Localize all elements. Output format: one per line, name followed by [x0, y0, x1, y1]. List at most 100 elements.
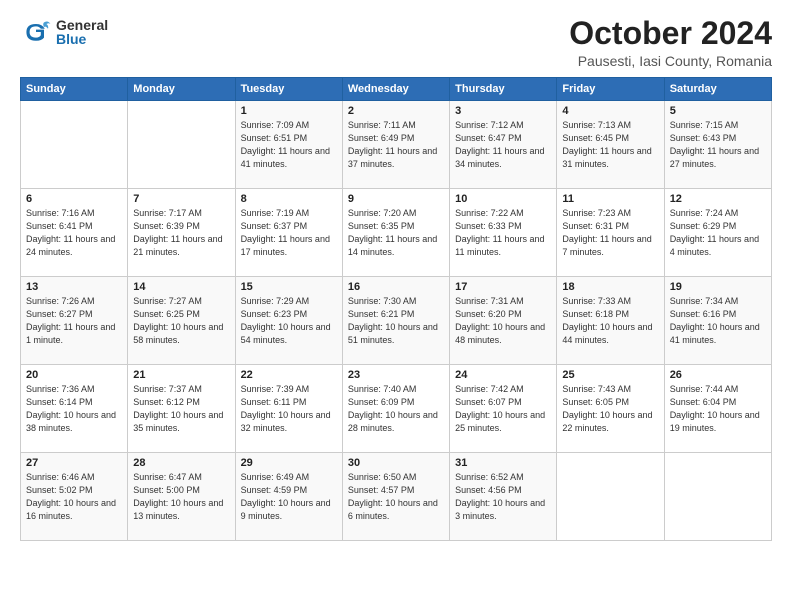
day-number: 25	[562, 369, 658, 381]
day-number: 8	[241, 193, 337, 205]
day-cell: 4Sunrise: 7:13 AM Sunset: 6:45 PM Daylig…	[557, 101, 664, 189]
day-number: 22	[241, 369, 337, 381]
day-cell: 13 Sunrise: 7:26 AM Sunset: 6:27 PM Dayli…	[21, 277, 128, 365]
day-info: Sunrise: 7:27 AM Sunset: 6:25 PM Dayligh…	[133, 295, 229, 347]
day-cell	[21, 101, 128, 189]
day-info: Sunrise: 7:34 AM Sunset: 6:16 PM Dayligh…	[670, 295, 766, 347]
weekday-tuesday: Tuesday	[235, 78, 342, 101]
day-info: Sunrise: 7:37 AM Sunset: 6:12 PM Dayligh…	[133, 383, 229, 435]
day-cell: 8Sunrise: 7:19 AM Sunset: 6:37 PM Daylig…	[235, 189, 342, 277]
day-info: Sunrise: 7:17 AM Sunset: 6:39 PM Dayligh…	[133, 207, 229, 259]
day-cell: 29Sunrise: 6:49 AM Sunset: 4:59 PM Dayli…	[235, 453, 342, 541]
day-info: Sunrise: 7:36 AM Sunset: 6:14 PM Dayligh…	[26, 383, 122, 435]
day-info: Sunrise: 6:52 AM Sunset: 4:56 PM Dayligh…	[455, 471, 551, 523]
day-cell: 20 Sunrise: 7:36 AM Sunset: 6:14 PM Dayli…	[21, 365, 128, 453]
day-cell: 23Sunrise: 7:40 AM Sunset: 6:09 PM Dayli…	[342, 365, 449, 453]
title-block: October 2024 Pausesti, Iasi County, Roma…	[569, 16, 772, 69]
day-number: 27	[26, 457, 122, 469]
day-cell: 5 Sunrise: 7:15 AM Sunset: 6:43 PM Daylig…	[664, 101, 771, 189]
logo-icon	[20, 16, 52, 48]
day-cell: 6Sunrise: 7:16 AM Sunset: 6:41 PM Daylig…	[21, 189, 128, 277]
day-number: 1	[241, 105, 337, 117]
day-info: Sunrise: 7:20 AM Sunset: 6:35 PM Dayligh…	[348, 207, 444, 259]
week-row-3: 20 Sunrise: 7:36 AM Sunset: 6:14 PM Dayli…	[21, 365, 772, 453]
day-cell: 28Sunrise: 6:47 AM Sunset: 5:00 PM Dayli…	[128, 453, 235, 541]
weekday-sunday: Sunday	[21, 78, 128, 101]
day-cell: 24Sunrise: 7:42 AM Sunset: 6:07 PM Dayli…	[450, 365, 557, 453]
day-info: Sunrise: 7:44 AM Sunset: 6:04 PM Dayligh…	[670, 383, 766, 435]
day-info: Sunrise: 7:31 AM Sunset: 6:20 PM Dayligh…	[455, 295, 551, 347]
month-title: October 2024	[569, 16, 772, 51]
day-number: 7	[133, 193, 229, 205]
header: General Blue October 2024 Pausesti, Iasi…	[20, 16, 772, 69]
day-cell: 2Sunrise: 7:11 AM Sunset: 6:49 PM Daylig…	[342, 101, 449, 189]
day-cell: 16 Sunrise: 7:30 AM Sunset: 6:21 PM Dayli…	[342, 277, 449, 365]
page: General Blue October 2024 Pausesti, Iasi…	[0, 0, 792, 612]
week-row-2: 13 Sunrise: 7:26 AM Sunset: 6:27 PM Dayli…	[21, 277, 772, 365]
day-number: 16	[348, 281, 444, 293]
weekday-thursday: Thursday	[450, 78, 557, 101]
day-number: 26	[670, 369, 766, 381]
day-number: 28	[133, 457, 229, 469]
day-cell: 27 Sunrise: 6:46 AM Sunset: 5:02 PM Dayli…	[21, 453, 128, 541]
weekday-header-row: SundayMondayTuesdayWednesdayThursdayFrid…	[21, 78, 772, 101]
day-number: 30	[348, 457, 444, 469]
day-info: Sunrise: 7:26 AM Sunset: 6:27 PM Dayligh…	[26, 295, 122, 347]
day-info: Sunrise: 7:42 AM Sunset: 6:07 PM Dayligh…	[455, 383, 551, 435]
day-number: 21	[133, 369, 229, 381]
day-info: Sunrise: 7:43 AM Sunset: 6:05 PM Dayligh…	[562, 383, 658, 435]
day-info: Sunrise: 7:30 AM Sunset: 6:21 PM Dayligh…	[348, 295, 444, 347]
week-row-4: 27 Sunrise: 6:46 AM Sunset: 5:02 PM Dayli…	[21, 453, 772, 541]
day-number: 3	[455, 105, 551, 117]
day-cell: 15 Sunrise: 7:29 AM Sunset: 6:23 PM Dayli…	[235, 277, 342, 365]
day-info: Sunrise: 7:23 AM Sunset: 6:31 PM Dayligh…	[562, 207, 658, 259]
day-info: Sunrise: 7:22 AM Sunset: 6:33 PM Dayligh…	[455, 207, 551, 259]
day-info: Sunrise: 7:09 AM Sunset: 6:51 PM Dayligh…	[241, 119, 337, 171]
day-cell	[557, 453, 664, 541]
day-cell: 3 Sunrise: 7:12 AM Sunset: 6:47 PM Daylig…	[450, 101, 557, 189]
weekday-saturday: Saturday	[664, 78, 771, 101]
day-info: Sunrise: 6:46 AM Sunset: 5:02 PM Dayligh…	[26, 471, 122, 523]
day-cell: 30 Sunrise: 6:50 AM Sunset: 4:57 PM Dayli…	[342, 453, 449, 541]
day-number: 5	[670, 105, 766, 117]
day-number: 15	[241, 281, 337, 293]
day-number: 6	[26, 193, 122, 205]
logo: General Blue	[20, 16, 108, 48]
day-number: 31	[455, 457, 551, 469]
day-number: 10	[455, 193, 551, 205]
day-number: 4	[562, 105, 658, 117]
day-number: 12	[670, 193, 766, 205]
day-cell: 19Sunrise: 7:34 AM Sunset: 6:16 PM Dayli…	[664, 277, 771, 365]
day-cell: 14 Sunrise: 7:27 AM Sunset: 6:25 PM Dayli…	[128, 277, 235, 365]
day-cell: 9 Sunrise: 7:20 AM Sunset: 6:35 PM Daylig…	[342, 189, 449, 277]
day-number: 2	[348, 105, 444, 117]
day-info: Sunrise: 7:12 AM Sunset: 6:47 PM Dayligh…	[455, 119, 551, 171]
day-info: Sunrise: 7:33 AM Sunset: 6:18 PM Dayligh…	[562, 295, 658, 347]
weekday-friday: Friday	[557, 78, 664, 101]
day-cell: 21 Sunrise: 7:37 AM Sunset: 6:12 PM Dayli…	[128, 365, 235, 453]
day-number: 11	[562, 193, 658, 205]
day-info: Sunrise: 7:15 AM Sunset: 6:43 PM Dayligh…	[670, 119, 766, 171]
logo-text: General Blue	[56, 18, 108, 46]
day-info: Sunrise: 7:24 AM Sunset: 6:29 PM Dayligh…	[670, 207, 766, 259]
day-number: 23	[348, 369, 444, 381]
day-number: 14	[133, 281, 229, 293]
day-info: Sunrise: 6:49 AM Sunset: 4:59 PM Dayligh…	[241, 471, 337, 523]
day-cell: 10 Sunrise: 7:22 AM Sunset: 6:33 PM Dayli…	[450, 189, 557, 277]
day-cell: 17 Sunrise: 7:31 AM Sunset: 6:20 PM Dayli…	[450, 277, 557, 365]
day-cell: 1 Sunrise: 7:09 AM Sunset: 6:51 PM Daylig…	[235, 101, 342, 189]
day-number: 20	[26, 369, 122, 381]
day-info: Sunrise: 6:50 AM Sunset: 4:57 PM Dayligh…	[348, 471, 444, 523]
day-cell	[128, 101, 235, 189]
day-number: 17	[455, 281, 551, 293]
week-row-0: 1 Sunrise: 7:09 AM Sunset: 6:51 PM Daylig…	[21, 101, 772, 189]
day-info: Sunrise: 7:39 AM Sunset: 6:11 PM Dayligh…	[241, 383, 337, 435]
weekday-monday: Monday	[128, 78, 235, 101]
day-number: 13	[26, 281, 122, 293]
day-info: Sunrise: 7:29 AM Sunset: 6:23 PM Dayligh…	[241, 295, 337, 347]
day-cell: 11 Sunrise: 7:23 AM Sunset: 6:31 PM Dayli…	[557, 189, 664, 277]
day-cell: 31 Sunrise: 6:52 AM Sunset: 4:56 PM Dayli…	[450, 453, 557, 541]
calendar: SundayMondayTuesdayWednesdayThursdayFrid…	[20, 77, 772, 541]
day-number: 9	[348, 193, 444, 205]
day-cell: 22 Sunrise: 7:39 AM Sunset: 6:11 PM Dayli…	[235, 365, 342, 453]
